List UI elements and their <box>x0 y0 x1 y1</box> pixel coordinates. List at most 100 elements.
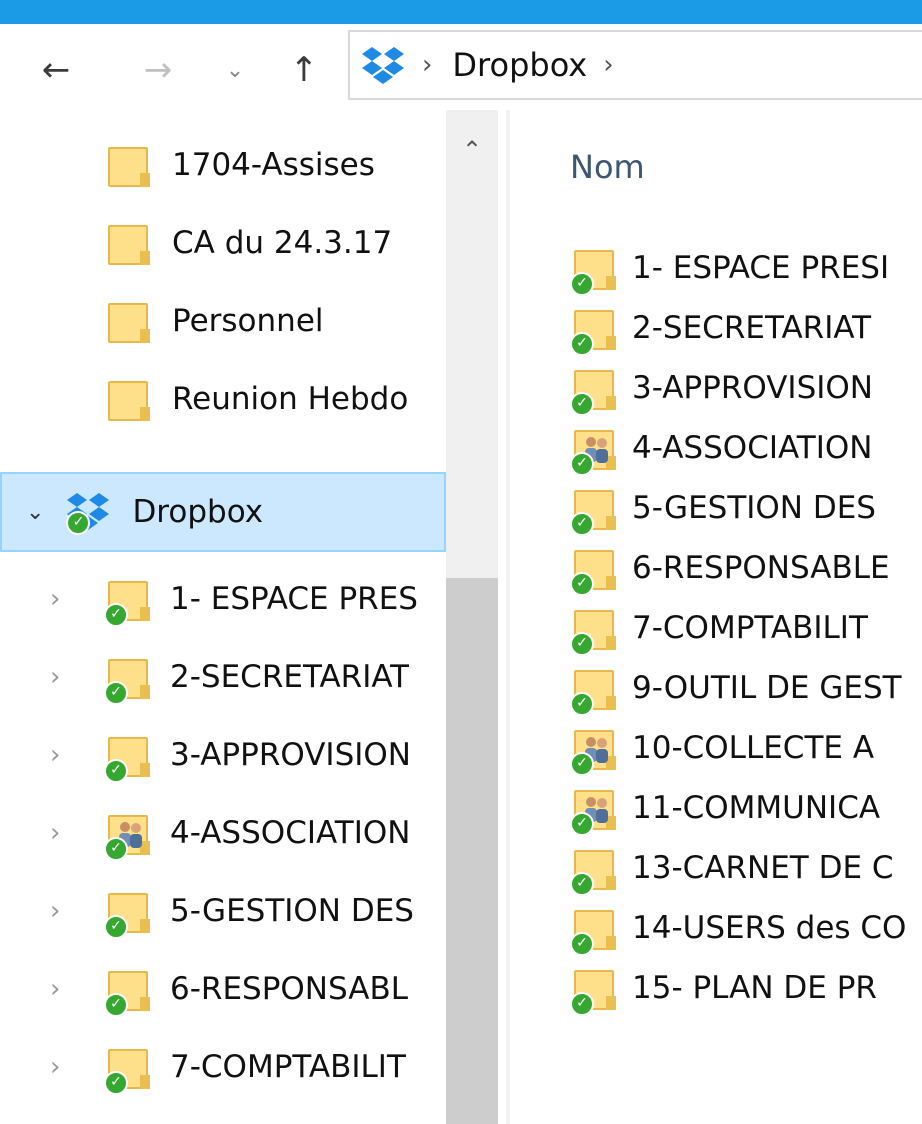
synced-folder-icon: ✓ <box>570 666 618 716</box>
sync-check-icon: ✓ <box>104 915 128 939</box>
navigation-pane: 1704-Assises CA du 24.3.17 Personnel Reu… <box>0 110 500 1124</box>
file-row[interactable]: ✓ 14-USERS des CO <box>570 898 922 958</box>
file-list-pane: Nom ✓ 1- ESPACE PRESI ✓ 2-SECRETARIAT ✓ … <box>510 110 922 1124</box>
chevron-right-icon[interactable]: › <box>50 662 60 692</box>
nav-item-5-gestion-des[interactable]: › ✓ 5-GESTION DES <box>0 872 446 950</box>
chevron-right-icon[interactable]: › <box>50 896 60 926</box>
shared-folder-icon: ✓ <box>104 811 152 861</box>
nav-item-reunion-hebdo[interactable]: Reunion Hebdo <box>0 360 446 438</box>
file-name: 15- PLAN DE PR <box>632 970 877 1006</box>
nav-item-1-espace-pres[interactable]: › ✓ 1- ESPACE PRES <box>0 560 446 638</box>
folder-icon <box>108 221 152 265</box>
file-row[interactable]: ✓ 3-APPROVISION <box>570 358 922 418</box>
nav-item-label: 4-ASSOCIATION <box>170 815 411 851</box>
synced-folder-icon: ✓ <box>570 906 618 956</box>
sync-check-icon: ✓ <box>570 932 594 956</box>
chevron-right-icon[interactable]: › <box>50 584 60 614</box>
scroll-up-button[interactable]: ⌃ <box>446 130 498 170</box>
nav-item-label: Personnel <box>172 303 324 339</box>
chevron-down-icon: ⌄ <box>225 57 245 83</box>
nav-item-ca-du-24-3-17[interactable]: CA du 24.3.17 <box>0 204 446 282</box>
file-row[interactable]: ✓ 6-RESPONSABLE <box>570 538 922 598</box>
file-name: 5-GESTION DES <box>632 490 876 526</box>
file-name: 11-COMMUNICA <box>632 790 881 826</box>
file-row[interactable]: ✓ 4-ASSOCIATION <box>570 418 922 478</box>
nav-item-1704-assises[interactable]: 1704-Assises <box>0 126 446 204</box>
synced-folder-icon: ✓ <box>104 655 152 705</box>
shared-folder-icon: ✓ <box>570 786 618 836</box>
sync-check-icon: ✓ <box>104 1071 128 1095</box>
nav-item-label: Reunion Hebdo <box>172 381 409 417</box>
file-row[interactable]: ✓ 11-COMMUNICA <box>570 778 922 838</box>
sync-check-icon: ✓ <box>570 272 594 296</box>
nav-item-4-association[interactable]: › ✓ 4-ASSOCIATION <box>0 794 446 872</box>
sync-check-icon: ✓ <box>570 392 594 416</box>
file-name: 10-COLLECTE A <box>632 730 875 766</box>
file-row[interactable]: ✓ 13-CARNET DE C <box>570 838 922 898</box>
sync-check-icon: ✓ <box>104 681 128 705</box>
synced-folder-icon: ✓ <box>104 889 152 939</box>
sync-check-icon: ✓ <box>570 452 594 476</box>
forward-arrow-icon: → <box>143 50 173 90</box>
shared-folder-icon: ✓ <box>570 726 618 776</box>
file-row[interactable]: ✓ 9-OUTIL DE GEST <box>570 658 922 718</box>
file-row[interactable]: ✓ 5-GESTION DES <box>570 478 922 538</box>
synced-folder-icon: ✓ <box>570 366 618 416</box>
recent-locations-button[interactable]: ⌄ <box>218 44 252 96</box>
chevron-right-icon[interactable]: › <box>50 974 60 1004</box>
address-bar[interactable]: › Dropbox › <box>348 30 922 100</box>
nav-item-dropbox[interactable]: ⌄ ✓ Dropbox <box>0 472 446 552</box>
nav-item-6-responsabl[interactable]: › ✓ 6-RESPONSABL <box>0 950 446 1028</box>
file-row[interactable]: ✓ 1- ESPACE PRESI <box>570 238 922 298</box>
sync-check-icon: ✓ <box>570 992 594 1016</box>
nav-item-label: 5-GESTION DES <box>170 893 414 929</box>
title-bar-accent <box>0 0 922 24</box>
folder-icon <box>108 377 152 421</box>
file-name: 4-ASSOCIATION <box>632 430 873 466</box>
file-row[interactable]: ✓ 7-COMPTABILIT <box>570 598 922 658</box>
nav-item-label: 6-RESPONSABL <box>170 971 408 1007</box>
nav-item-personnel[interactable]: Personnel <box>0 282 446 360</box>
file-name: 3-APPROVISION <box>632 370 873 406</box>
file-name: 9-OUTIL DE GEST <box>632 670 902 706</box>
forward-button[interactable]: → <box>132 44 184 96</box>
chevron-right-icon[interactable]: › <box>50 1052 60 1082</box>
chevron-down-icon[interactable]: ⌄ <box>26 500 44 525</box>
sync-check-icon: ✓ <box>570 512 594 536</box>
back-button[interactable]: ← <box>30 44 82 96</box>
breadcrumb-separator[interactable]: › <box>603 50 613 80</box>
nav-item-2-secretariat[interactable]: › ✓ 2-SECRETARIAT <box>0 638 446 716</box>
chevron-up-icon: ⌃ <box>461 136 483 164</box>
nav-item-label: Dropbox <box>132 494 264 530</box>
dropbox-icon: ✓ <box>64 491 112 535</box>
folder-icon <box>108 299 152 343</box>
file-row[interactable]: ✓ 2-SECRETARIAT <box>570 298 922 358</box>
synced-folder-icon: ✓ <box>570 246 618 296</box>
nav-item-label: 1704-Assises <box>172 147 375 183</box>
file-row[interactable]: ✓ 10-COLLECTE A <box>570 718 922 778</box>
up-button[interactable]: ↑ <box>278 44 330 96</box>
file-name: 1- ESPACE PRESI <box>632 250 890 286</box>
sync-check-icon: ✓ <box>570 752 594 776</box>
chevron-right-icon[interactable]: › <box>50 740 60 770</box>
nav-pane-scrollbar-thumb[interactable] <box>446 578 498 1124</box>
file-name: 7-COMPTABILIT <box>632 610 868 646</box>
file-name: 13-CARNET DE C <box>632 850 894 886</box>
synced-folder-icon: ✓ <box>570 606 618 656</box>
nav-item-7-comptabilit[interactable]: › ✓ 7-COMPTABILIT <box>0 1028 446 1106</box>
sync-check-icon: ✓ <box>104 993 128 1017</box>
chevron-right-icon[interactable]: › <box>50 818 60 848</box>
back-arrow-icon: ← <box>41 50 71 90</box>
sync-check-icon: ✓ <box>104 603 128 627</box>
file-row[interactable]: ✓ 15- PLAN DE PR <box>570 958 922 1018</box>
file-name: 6-RESPONSABLE <box>632 550 890 586</box>
synced-folder-icon: ✓ <box>570 486 618 536</box>
nav-item-3-approvision[interactable]: › ✓ 3-APPROVISION <box>0 716 446 794</box>
sync-check-icon: ✓ <box>570 872 594 896</box>
nav-item-label: 1- ESPACE PRES <box>170 581 418 617</box>
dropbox-icon <box>362 47 404 84</box>
breadcrumb-item-dropbox[interactable]: Dropbox <box>452 46 587 84</box>
column-header-name[interactable]: Nom <box>570 148 645 186</box>
synced-folder-icon: ✓ <box>570 966 618 1016</box>
sync-check-icon: ✓ <box>66 511 91 535</box>
